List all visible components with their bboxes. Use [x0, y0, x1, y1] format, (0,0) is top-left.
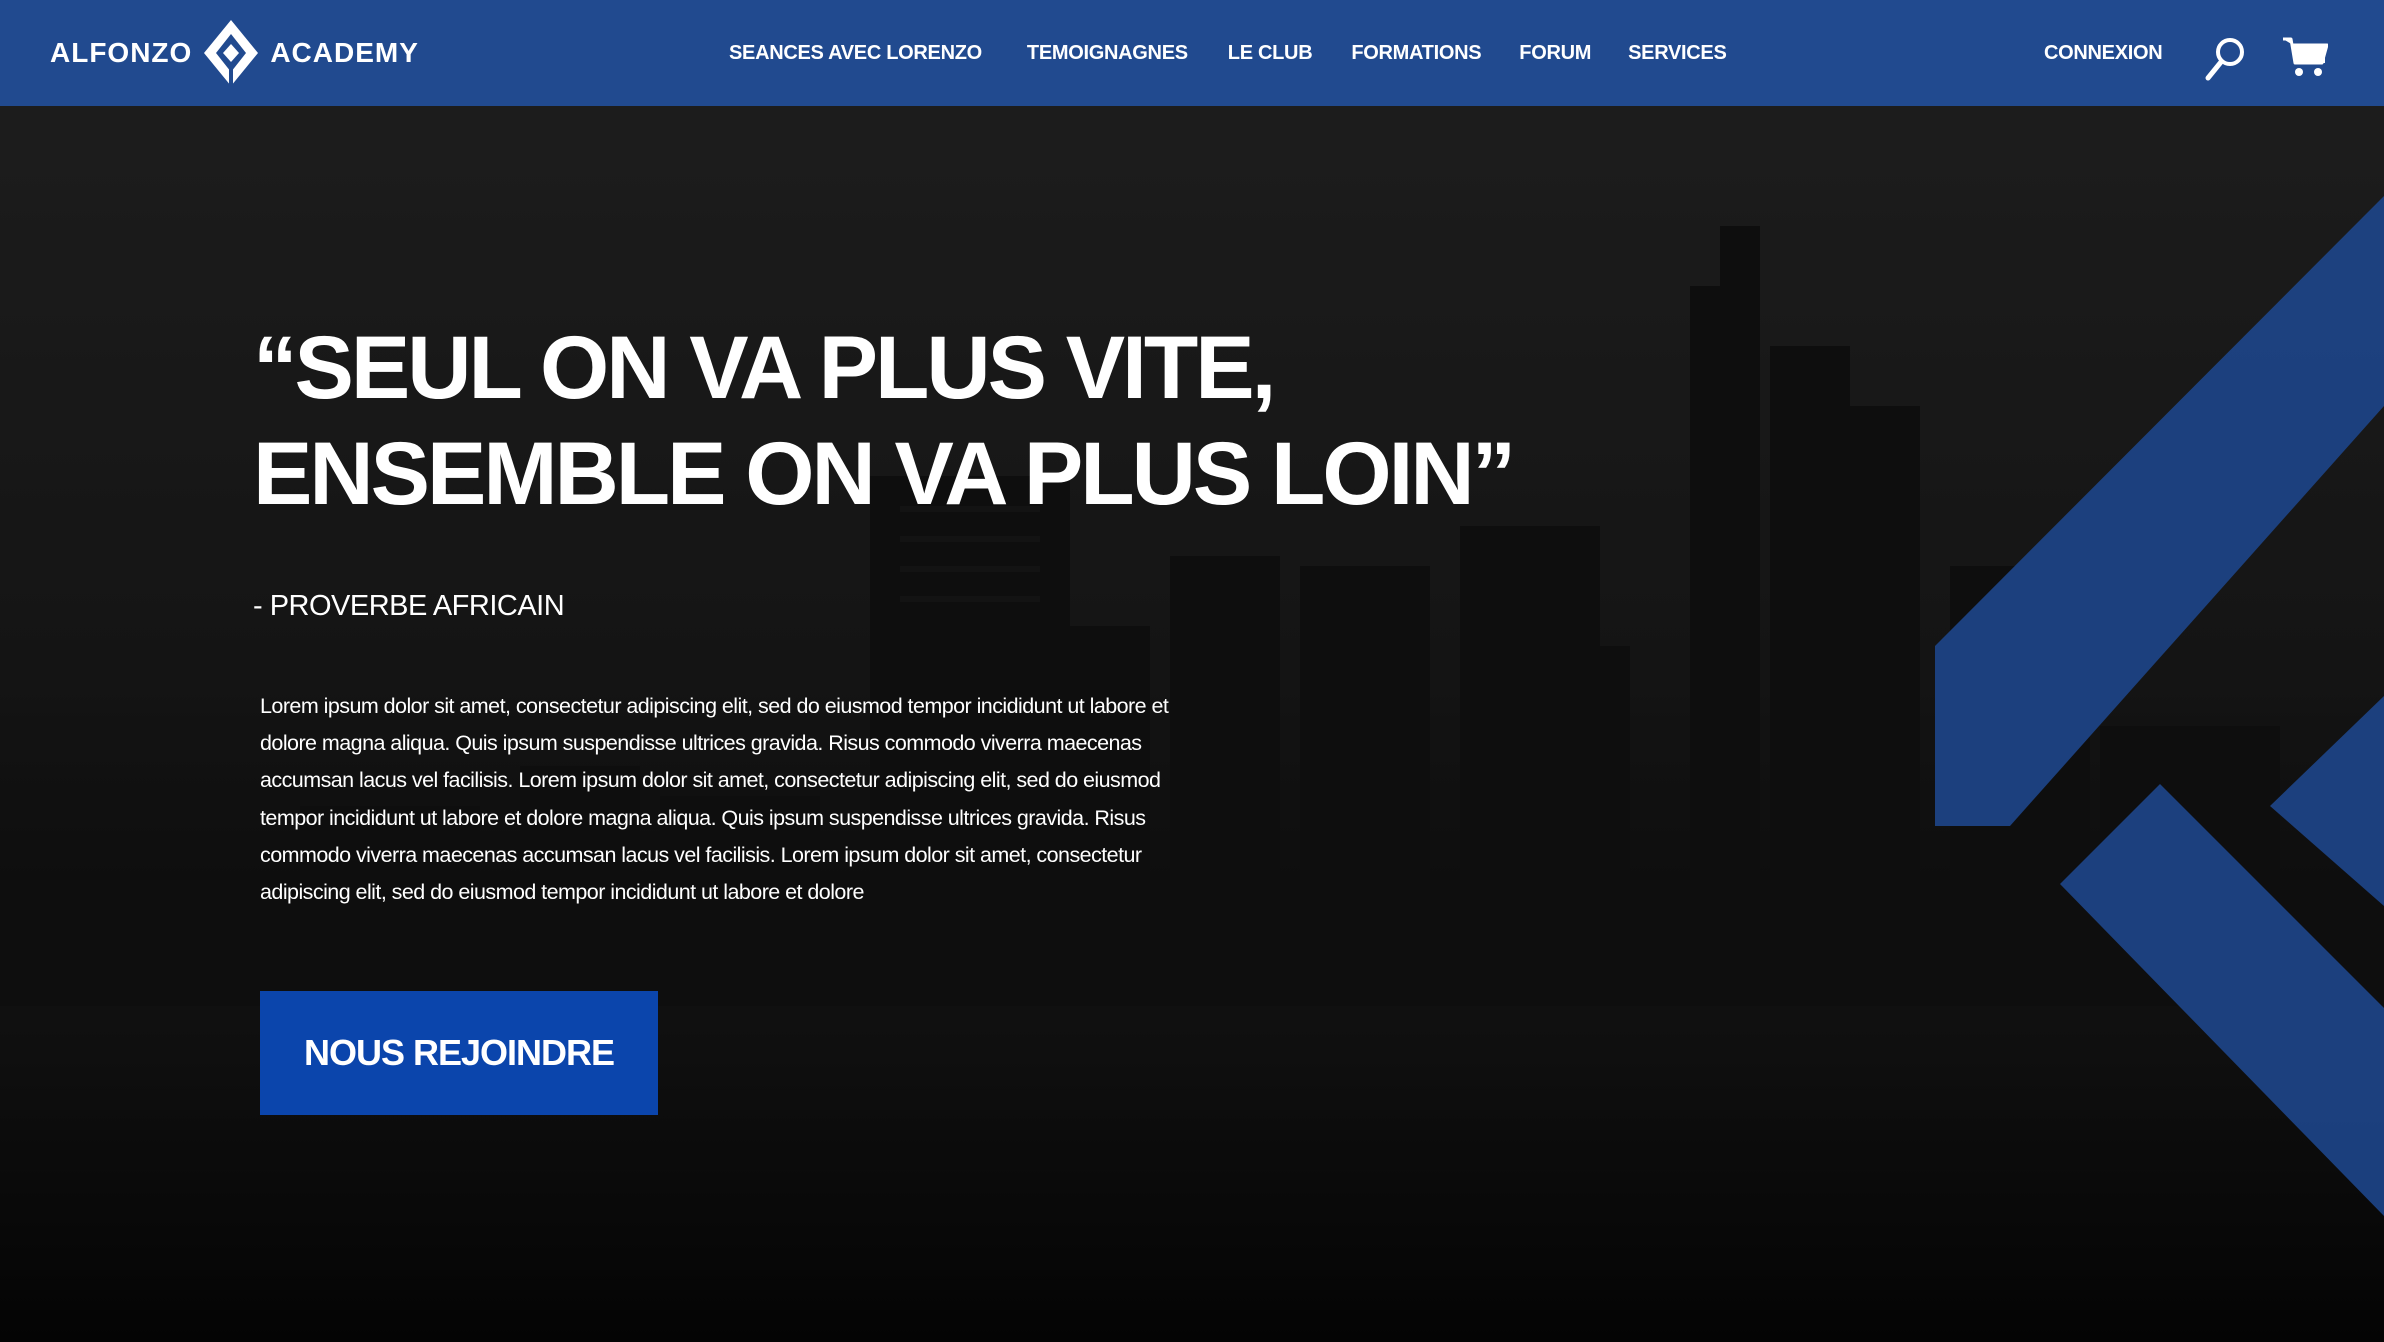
- nav-link-services[interactable]: SERVICES: [1628, 42, 1727, 65]
- hero-quote: “SEUL ON VA PLUS VITE, ENSEMBLE ON VA PL…: [253, 314, 1553, 526]
- nav-link-formations[interactable]: FORMATIONS: [1351, 42, 1481, 65]
- quote-attribution: - PROVERBE AFRICAIN: [253, 590, 565, 622]
- main-nav: SEANCES AVEC LORENZO TEMOIGNAGNES LE CLU…: [729, 0, 1727, 106]
- login-link[interactable]: CONNEXION: [2044, 0, 2163, 106]
- hero-quote-line-2: ENSEMBLE ON VA PLUS LOIN”: [253, 423, 1516, 523]
- hero-quote-line-1: “SEUL ON VA PLUS VITE,: [253, 317, 1276, 417]
- nav-link-le-club[interactable]: LE CLUB: [1228, 42, 1313, 65]
- hero-body-text: Lorem ipsum dolor sit amet, consectetur …: [260, 694, 1169, 905]
- brand-name-left: ALFONZO: [50, 37, 193, 68]
- top-navbar: ALFONZO ACADEMY SEANCES AVEC LORENZO TEM…: [0, 0, 2384, 106]
- cart-icon[interactable]: [2282, 36, 2328, 78]
- nav-link-seances[interactable]: SEANCES AVEC LORENZO: [729, 42, 982, 65]
- join-button[interactable]: NOUS REJOINDRE: [260, 991, 658, 1115]
- nav-link-forum[interactable]: FORUM: [1519, 42, 1591, 65]
- nav-link-temoignages[interactable]: TEMOIGNAGNES: [1027, 42, 1188, 65]
- diamond-a-logo-icon: [204, 20, 259, 86]
- brand-name-right: ACADEMY: [270, 37, 419, 68]
- blue-chevron-decoration: [1935, 196, 2384, 1216]
- search-icon[interactable]: [2204, 36, 2246, 82]
- brand-logo[interactable]: ALFONZO ACADEMY: [50, 18, 419, 88]
- hero-section: “SEUL ON VA PLUS VITE, ENSEMBLE ON VA PL…: [0, 106, 2384, 1342]
